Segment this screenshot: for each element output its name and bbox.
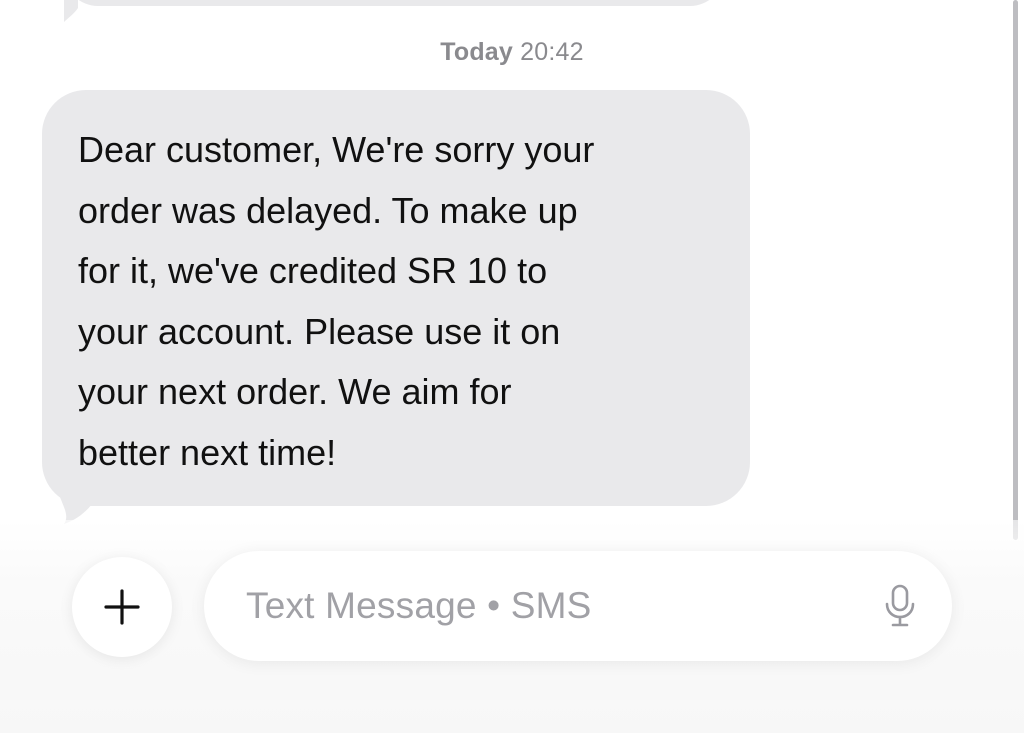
message-text: Dear customer, We're sorry your order wa…	[78, 129, 595, 473]
timestamp-time: 20:42	[520, 38, 584, 66]
microphone-icon[interactable]	[884, 584, 916, 628]
timestamp-day: Today	[440, 38, 514, 66]
plus-icon	[104, 589, 140, 625]
previous-message-tail	[64, 0, 78, 22]
previous-message-bubble[interactable]	[64, 0, 724, 6]
message-input-placeholder: Text Message • SMS	[246, 585, 592, 626]
add-attachment-button[interactable]	[72, 557, 172, 657]
message-timestamp: Today 20:42	[0, 38, 1024, 67]
incoming-message-bubble[interactable]: Dear customer, We're sorry your order wa…	[42, 90, 750, 506]
messages-screen: Today 20:42 Dear customer, We're sorry y…	[0, 0, 1024, 733]
message-input[interactable]: Text Message • SMS	[204, 551, 952, 661]
scrollbar[interactable]	[1013, 0, 1018, 540]
